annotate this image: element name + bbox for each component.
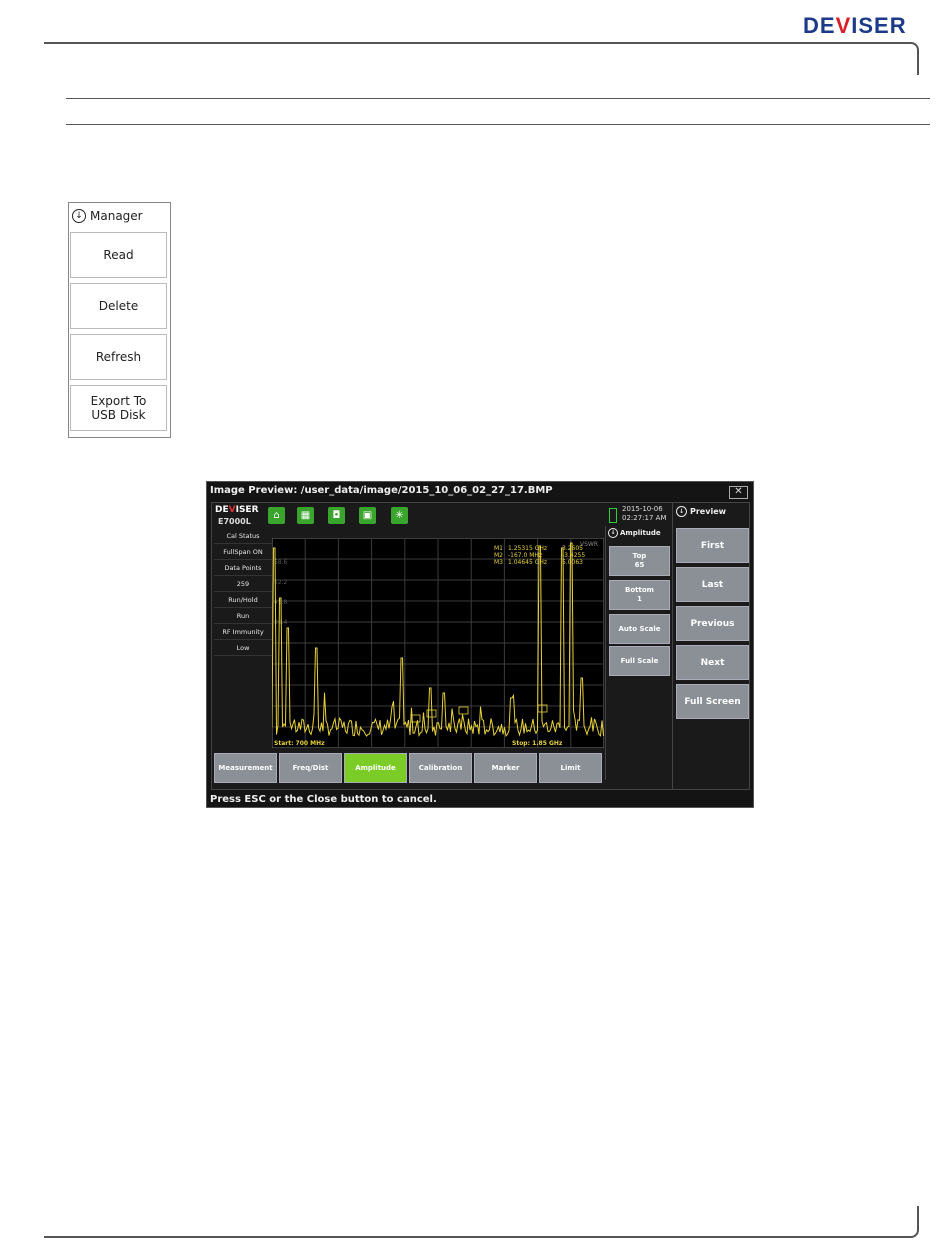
marker-2-freq: -167.0 MHz [508,552,542,559]
bottom-button[interactable]: Bottom 1 [609,580,670,610]
grid-icon[interactable]: ▦ [297,507,314,524]
x-stop-label: Stop: 1.85 GHz [512,740,563,747]
export-usb-button[interactable]: Export To USB Disk [70,385,167,431]
vswr-plot[interactable]: 58.652.245.839.4 VSWR M1 1.25315 GHz 3.2… [272,538,604,748]
battery-icon [609,508,617,523]
amplitude-title: Amplitude [620,529,661,537]
last-button[interactable]: Last [676,567,749,602]
image-preview-window: Image Preview: /user_data/image/2015_10_… [206,481,754,808]
info-label: Data Points [214,560,272,576]
home-icon[interactable]: ⌂ [268,507,285,524]
refresh-button[interactable]: Refresh [70,334,167,380]
save-icon[interactable]: ▣ [359,507,376,524]
arrow-down-circle-icon: ↓ [676,506,687,517]
device-model: E7000L [218,517,251,526]
status-bar: Press ESC or the Close button to cancel. [210,794,437,805]
preview-panel: ↓ Preview First Last Previous Next Full … [672,502,750,790]
window-title: Image Preview: /user_data/image/2015_10_… [210,485,553,496]
full-scale-button[interactable]: Full Scale [609,646,670,676]
marker-3-name: M3 [494,559,503,566]
softkey-calibration[interactable]: Calibration [409,753,472,783]
preview-title: Preview [690,507,727,516]
previous-button[interactable]: Previous [676,606,749,641]
manager-title: Manager [90,209,143,223]
close-button[interactable]: ✕ [729,486,748,499]
y-tick-label: 52.2 [274,579,288,586]
next-button[interactable]: Next [676,645,749,680]
softkey-freq-dist[interactable]: Freq/Dist [279,753,342,783]
marker-2-name: M2 [494,552,503,559]
sun-icon[interactable]: ✳ [391,507,408,524]
device-screen: DEVISER E7000L ⌂ ▦ ◘ ▣ ✳ 2015-10-06 02:2… [211,502,674,790]
info-value: Low [214,640,272,656]
divider [66,124,930,125]
x-start-label: Start: 700 MHz [274,740,325,747]
divider [66,98,930,99]
y-tick-label: 58.6 [274,559,288,566]
marker-2-value: -3.4255 [562,552,585,559]
marker-1-value: 3.2605 [562,545,583,552]
arrow-down-circle-icon: ↓ [72,209,86,223]
brand-logo: DEVISER [803,13,907,38]
datetime: 2015-10-06 02:27:17 AM [622,505,667,522]
amplitude-panel: ↓ Amplitude Top 65 Bottom 1 Auto Scale F… [605,526,672,780]
camera-icon[interactable]: ◘ [328,507,345,524]
info-value: 259 [214,576,272,592]
marker-1-freq: 1.25315 GHz [508,545,547,552]
full-screen-button[interactable]: Full Screen [676,684,749,719]
info-label: Cal Status [214,528,272,544]
softkey-amplitude[interactable]: Amplitude [344,753,407,783]
device-logo: DEVISER [215,505,259,515]
info-value: FullSpan ON [214,544,272,560]
arrow-down-circle-icon: ↓ [608,528,618,538]
info-label: RF Immunity [214,624,272,640]
page-footer-frame [44,1206,919,1238]
softkey-bar: Measurement Freq/Dist Amplitude Calibrat… [213,753,603,783]
auto-scale-button[interactable]: Auto Scale [609,614,670,644]
softkey-limit[interactable]: Limit [539,753,602,783]
marker-1-name: M1 [494,545,503,552]
softkey-marker[interactable]: Marker [474,753,537,783]
delete-button[interactable]: Delete [70,283,167,329]
manager-menu: ↓ Manager Read Delete Refresh Export To … [68,202,171,438]
info-label: Run/Hold [214,592,272,608]
info-value: Run [214,608,272,624]
marker-3-value: 5.0063 [562,559,583,566]
softkey-measurement[interactable]: Measurement [214,753,277,783]
page-header-frame [44,42,919,75]
info-sidebar: Cal Status FullSpan ON Data Points 259 R… [214,528,272,738]
manager-header[interactable]: ↓ Manager [69,203,170,229]
preview-header[interactable]: ↓ Preview [673,503,749,520]
first-button[interactable]: First [676,528,749,563]
amplitude-header[interactable]: ↓ Amplitude [606,526,672,540]
top-button[interactable]: Top 65 [609,546,670,576]
read-button[interactable]: Read [70,232,167,278]
marker-3-freq: 1.04645 GHz [508,559,547,566]
